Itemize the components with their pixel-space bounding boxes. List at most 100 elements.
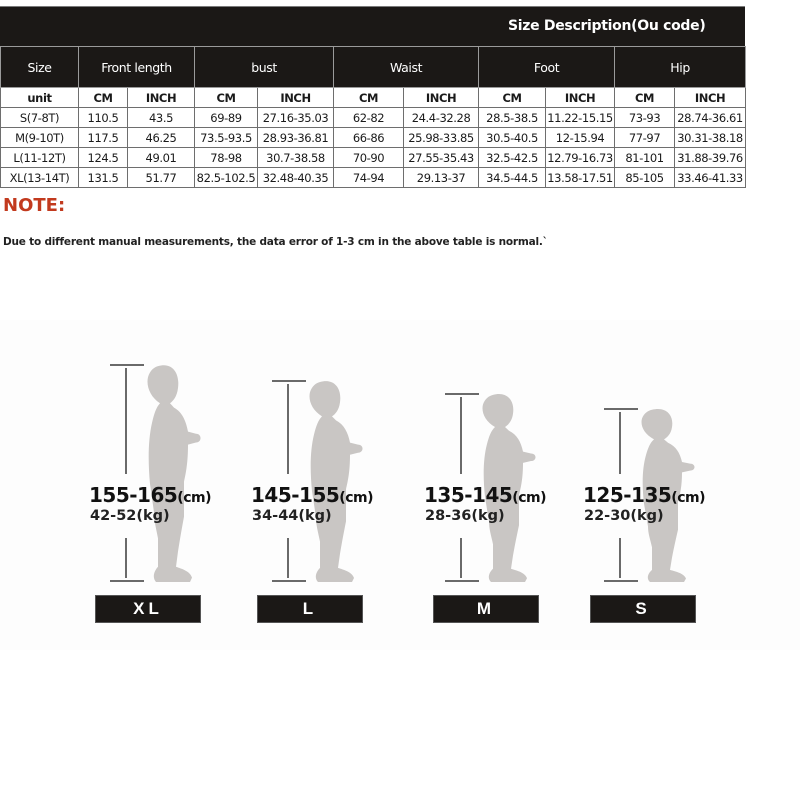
- header-front-length: Front length: [77, 46, 196, 88]
- measurement-cell: 11.22-15.15: [545, 107, 616, 128]
- header-hip: Hip: [614, 46, 747, 88]
- height-unit: (cm): [177, 490, 211, 506]
- child-silhouette-icon: [147, 365, 201, 582]
- height-line-upper: [460, 397, 462, 474]
- height-line-upper: [125, 368, 127, 474]
- measurement-cell: 27.16-35.03: [257, 107, 335, 128]
- measurement-cell: 32.5-42.5: [478, 147, 547, 168]
- height-line-lower: [460, 538, 462, 578]
- height-line-upper: [619, 412, 621, 474]
- measurement-cell: 27.55-35.43: [403, 147, 480, 168]
- measurement-cell: 73-93: [614, 107, 676, 128]
- unit-cell: CM: [78, 87, 128, 108]
- height-marker-top: [110, 364, 144, 366]
- height-marker-bottom: [110, 580, 144, 582]
- measurement-cell: 69-89: [194, 107, 259, 128]
- measurement-cell: 43.5: [126, 107, 196, 128]
- measurement-cell: 131.5: [78, 167, 128, 188]
- measurement-cell: 82.5-102.5: [194, 167, 259, 188]
- height-range-label: 155-165(cm): [89, 483, 211, 507]
- size-label-box: M: [433, 595, 539, 623]
- measurement-cell: 51.77: [126, 167, 196, 188]
- note-title: NOTE:: [3, 195, 66, 216]
- table-title: Size Description(Ou code): [508, 18, 706, 34]
- height-marker-bottom: [604, 580, 638, 582]
- unit-cell: INCH: [257, 87, 335, 108]
- height-range-label: 125-135(cm): [583, 483, 705, 507]
- measurement-cell: 32.48-40.35: [257, 167, 335, 188]
- size-chart-table: Size Front length bust Waist Foot Hip un…: [0, 46, 747, 188]
- header-size: Size: [0, 46, 79, 88]
- height-marker-top: [604, 408, 638, 410]
- measurement-cell: 124.5: [78, 147, 128, 168]
- measurement-cell: 77-97: [614, 127, 676, 148]
- unit-cell: CM: [194, 87, 259, 108]
- size-label-box: S: [590, 595, 696, 623]
- measurement-cell: 13.58-17.51: [545, 167, 616, 188]
- measurement-cell: 85-105: [614, 167, 676, 188]
- measurement-cell: 29.13-37: [403, 167, 480, 188]
- unit-row: unit CM INCH CM INCH CM INCH CM INCH CM …: [0, 87, 747, 108]
- measurement-cell: 28.5-38.5: [478, 107, 547, 128]
- table-title-bar: Size Description(Ou code): [0, 6, 745, 46]
- table-row: L(11-12T) 124.5 49.01 78-98 30.7-38.58 70-90 2…: [0, 147, 747, 168]
- unit-cell: INCH: [126, 87, 196, 108]
- measurement-cell: 66-86: [333, 127, 405, 148]
- measurement-cell: 31.88-39.76: [674, 147, 747, 168]
- height-range-label: 145-155(cm): [251, 483, 373, 507]
- measurement-cell: 30.7-38.58: [257, 147, 335, 168]
- size-figures-panel: 155-165(cm) 42-52(kg) XL 145-155(cm) 34-44(k…: [0, 320, 800, 650]
- header-bust: bust: [194, 46, 335, 88]
- height-range-value: 135-145: [424, 483, 513, 507]
- unit-cell: CM: [333, 87, 405, 108]
- height-line-upper: [287, 384, 289, 474]
- measurement-cell: 73.5-93.5: [194, 127, 259, 148]
- measurement-cell: 49.01: [126, 147, 196, 168]
- measurement-cell: 12.79-16.73: [545, 147, 616, 168]
- table-row: S(7-8T) 110.5 43.5 69-89 27.16-35.03 62-82 24.…: [0, 107, 747, 128]
- height-unit: (cm): [671, 490, 705, 506]
- height-unit: (cm): [339, 490, 373, 506]
- height-range-label: 135-145(cm): [424, 483, 546, 507]
- height-range-value: 125-135: [583, 483, 672, 507]
- table-row: XL(13-14T) 131.5 51.77 82.5-102.5 32.48-40.3…: [0, 167, 747, 188]
- measurement-cell: 25.98-33.85: [403, 127, 480, 148]
- measurement-cell: 28.93-36.81: [257, 127, 335, 148]
- weight-range-label: 42-52(kg): [90, 508, 170, 524]
- measurement-cell: 30.31-38.18: [674, 127, 747, 148]
- unit-cell: CM: [614, 87, 676, 108]
- weight-range-label: 34-44(kg): [252, 508, 332, 524]
- note-text: Due to different manual measurements, th…: [3, 236, 548, 248]
- table-header-row: Size Front length bust Waist Foot Hip: [0, 46, 747, 88]
- measurement-cell: 81-101: [614, 147, 676, 168]
- measurement-cell: 28.74-36.61: [674, 107, 747, 128]
- measurement-cell: 24.4-32.28: [403, 107, 480, 128]
- height-line-lower: [287, 538, 289, 578]
- measurement-cell: 30.5-40.5: [478, 127, 547, 148]
- measurement-cell: 78-98: [194, 147, 259, 168]
- size-label-cell: S(7-8T): [0, 107, 79, 128]
- unit-cell: INCH: [674, 87, 747, 108]
- size-chart-table-wrapper: Size Description(Ou code) Size Front len…: [0, 6, 747, 188]
- unit-cell: INCH: [545, 87, 616, 108]
- weight-range-label: 22-30(kg): [584, 508, 664, 524]
- header-waist: Waist: [333, 46, 480, 88]
- height-marker-bottom: [272, 580, 306, 582]
- measurement-cell: 12-15.94: [545, 127, 616, 148]
- unit-cell: CM: [478, 87, 547, 108]
- height-marker-top: [445, 393, 479, 395]
- height-range-value: 145-155: [251, 483, 340, 507]
- unit-cell: INCH: [403, 87, 480, 108]
- size-label-box: L: [257, 595, 363, 623]
- size-label-cell: XL(13-14T): [0, 167, 79, 188]
- height-marker-top: [272, 380, 306, 382]
- measurement-cell: 62-82: [333, 107, 405, 128]
- measurement-cell: 110.5: [78, 107, 128, 128]
- height-marker-bottom: [445, 580, 479, 582]
- size-label-box: XL: [95, 595, 201, 623]
- measurement-cell: 34.5-44.5: [478, 167, 547, 188]
- unit-cell: unit: [0, 87, 79, 108]
- size-label-cell: L(11-12T): [0, 147, 79, 168]
- height-line-lower: [125, 538, 127, 578]
- measurement-cell: 117.5: [78, 127, 128, 148]
